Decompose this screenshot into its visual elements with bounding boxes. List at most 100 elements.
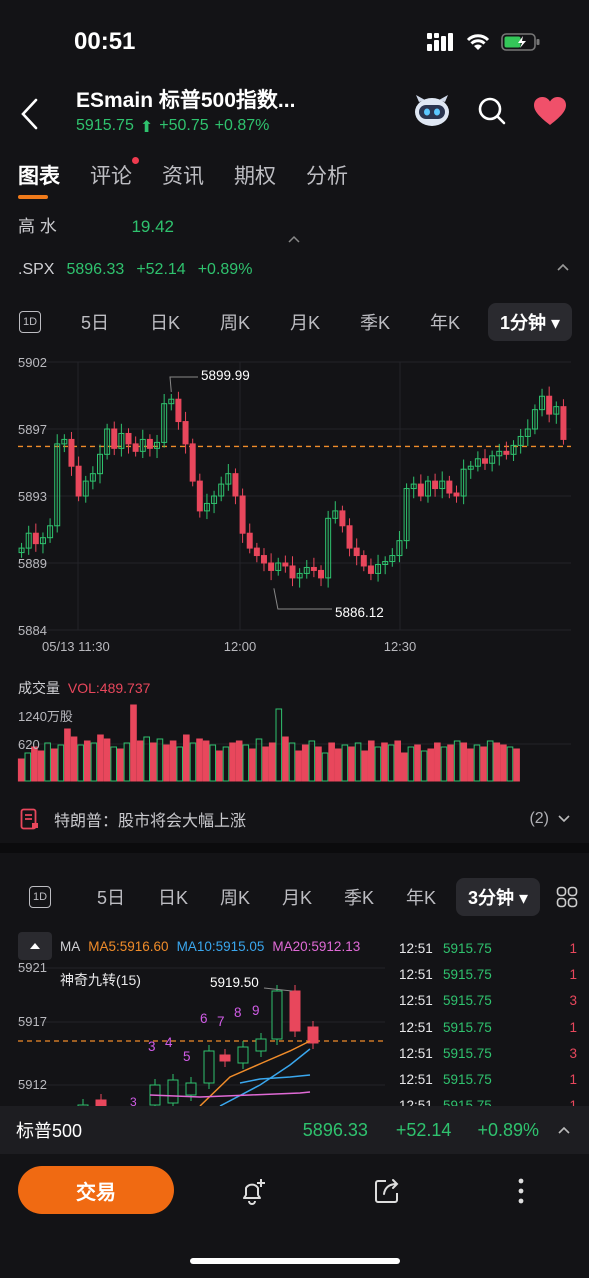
candle-body <box>246 532 253 549</box>
candle-body <box>146 438 153 449</box>
back-button[interactable] <box>14 94 46 134</box>
period-quarterly[interactable]: 季K <box>340 309 410 335</box>
x-tick-label: 05/13 11:30 <box>42 639 110 654</box>
robot-assistant-icon[interactable] <box>413 94 451 128</box>
section-divider <box>0 843 589 853</box>
candle-body <box>560 406 567 440</box>
trade-button[interactable]: 交易 <box>18 1166 174 1214</box>
wifi-icon <box>466 34 490 50</box>
tick-time: 12:51 <box>399 993 433 1009</box>
volume-bar <box>235 740 243 782</box>
tick-volume: 1 <box>569 1019 577 1035</box>
volume-bar <box>110 746 117 782</box>
candle-body <box>310 566 317 571</box>
triangle-up-icon <box>30 943 40 949</box>
candle-body <box>417 483 424 497</box>
ma5-value: MA5:5916.60 <box>88 938 169 954</box>
candle-body <box>232 473 239 497</box>
period-daily-2[interactable]: 日K <box>142 884 204 910</box>
volume-bar <box>401 752 408 782</box>
volume-bar <box>328 742 335 782</box>
index-bar[interactable]: 标普500 5896.33 +52.14 +0.89% <box>0 1106 589 1154</box>
volume-bar <box>341 744 349 782</box>
volume-bar <box>189 742 197 782</box>
volume-bar <box>387 744 395 782</box>
news-doc-icon <box>20 808 38 830</box>
share-icon[interactable] <box>372 1176 402 1206</box>
candle-body <box>282 562 289 567</box>
mini-candlestick-chart[interactable]: 592159175912神奇九转(15) 5919.503 456 78 93 <box>0 955 395 1106</box>
volume-bar <box>394 740 402 782</box>
tab-chart[interactable]: 图表 <box>18 160 60 199</box>
vol-tick-label: 620 <box>18 737 40 752</box>
candle-body <box>482 458 489 464</box>
volume-bar <box>242 744 250 782</box>
volume-header: 成交量 VOL:489.737 <box>18 678 150 698</box>
period-1d-button[interactable]: 1D <box>19 311 41 333</box>
nine-turn-count: 9 <box>252 1003 260 1018</box>
more-options-icon[interactable] <box>514 1177 528 1205</box>
tab-analysis[interactable]: 分析 <box>306 160 348 190</box>
period-daily[interactable]: 日K <box>130 309 200 335</box>
candle-body <box>32 532 39 545</box>
up-arrow-icon: ⬆ <box>139 119 154 136</box>
period-quarterly-2[interactable]: 季K <box>328 884 390 910</box>
volume-bar <box>31 746 38 782</box>
volume-bar <box>506 746 514 782</box>
volume-bar <box>440 746 448 782</box>
ma10-value: MA10:5915.05 <box>176 938 265 954</box>
period-weekly-2[interactable]: 周K <box>204 884 266 910</box>
candlestick-chart[interactable]: 5902 5897 5893 5889 588405/13 11:30 12:00 12:3… <box>0 348 589 658</box>
chevron-up-icon-2[interactable] <box>557 1125 571 1135</box>
news-ticker[interactable]: 特朗普：股市将会大幅上涨 (2) <box>0 800 589 838</box>
period-monthly-2[interactable]: 月K <box>266 884 328 910</box>
volume-bar <box>447 744 454 782</box>
candle-body <box>289 565 296 579</box>
period-5d-2[interactable]: 5日 <box>80 884 142 910</box>
spx-change-pct: +0.89% <box>197 261 253 278</box>
period-3min-dropdown[interactable]: 3分钟 ▾ <box>456 878 541 916</box>
collapse-chevron-icon[interactable] <box>555 261 571 273</box>
header-change-pct: +0.87% <box>214 117 270 134</box>
x-tick-label: 12:30 <box>384 639 417 654</box>
low-annotation: 5886.12 <box>335 605 384 620</box>
chevron-down-icon[interactable] <box>557 814 571 824</box>
tab-comments[interactable]: 评论 <box>90 157 139 190</box>
tick-time: 12:51 <box>399 940 433 956</box>
period-1d-button-2[interactable]: 1D <box>29 886 51 908</box>
mini-y-tick: 5917 <box>18 1014 47 1029</box>
volume-bar <box>163 744 170 782</box>
candle-body <box>253 547 260 557</box>
period-5d[interactable]: 5日 <box>60 309 130 335</box>
tick-volume: 1 <box>569 940 577 956</box>
tick-row: 12:51 5915.75 1 <box>399 1066 577 1092</box>
spx-row[interactable]: .SPX 5896.33 +52.14 +0.89% <box>18 261 571 279</box>
volume-bar <box>50 748 58 782</box>
candle-body <box>318 569 325 579</box>
tick-price: 5915.75 <box>443 1045 492 1061</box>
price-alert-bell-icon[interactable] <box>238 1176 268 1206</box>
news-text: 特朗普：股市将会大幅上涨 <box>54 813 247 830</box>
tab-options[interactable]: 期权 <box>234 160 276 190</box>
premium-label: 高 水 <box>18 217 57 236</box>
period-yearly[interactable]: 年K <box>410 309 480 335</box>
tick-row: 12:51 5915.75 3 <box>399 1040 577 1066</box>
period-yearly-2[interactable]: 年K <box>390 884 452 910</box>
volume-bar <box>295 750 302 782</box>
volume-bar <box>70 736 78 782</box>
search-icon[interactable] <box>477 96 507 126</box>
favorite-heart-icon[interactable] <box>533 96 567 126</box>
volume-bar <box>367 740 375 782</box>
period-1min-dropdown[interactable]: 1分钟 ▾ <box>488 303 573 341</box>
chevron-up-icon[interactable] <box>287 234 301 244</box>
grid-layout-icon[interactable] <box>556 886 578 908</box>
header-quote: 5915.75 ⬆ +50.75 +0.87% <box>76 117 269 137</box>
volume-bar <box>321 752 329 782</box>
tick-price: 5915.75 <box>443 966 492 982</box>
period-weekly[interactable]: 周K <box>200 309 270 335</box>
mini-candle-body <box>167 1079 179 1104</box>
period-monthly[interactable]: 月K <box>270 309 340 335</box>
volume-bar <box>156 738 164 782</box>
tab-news[interactable]: 资讯 <box>162 160 204 190</box>
volume-bar <box>374 746 382 782</box>
